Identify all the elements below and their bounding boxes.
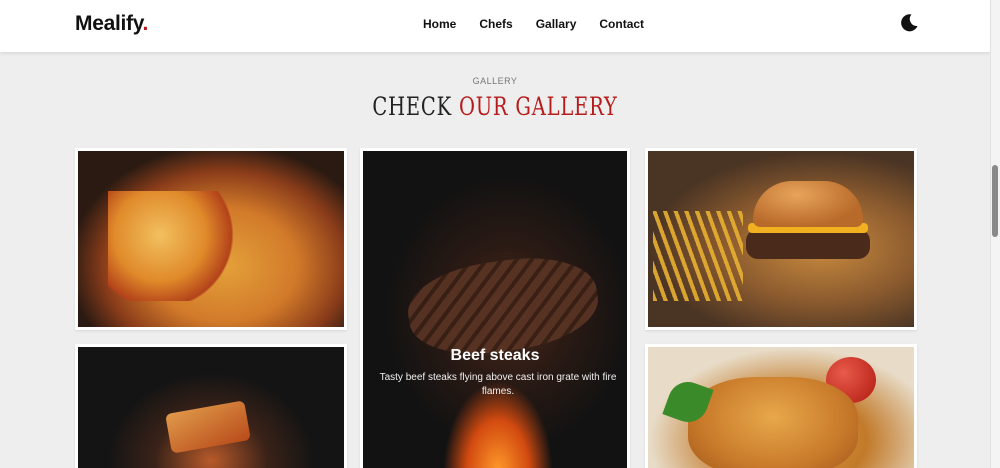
site-header: Mealify. Home Chefs Gallary Contact (0, 0, 990, 52)
gallery-item-description: Tasty beef steaks flying above cast iron… (379, 372, 617, 397)
gallery-item-pizza-slices[interactable] (75, 344, 347, 468)
scrollbar-thumb[interactable] (992, 165, 998, 237)
nav-chefs[interactable]: Chefs (479, 17, 512, 31)
moon-icon[interactable] (899, 13, 919, 33)
section-label: GALLERY (472, 76, 518, 86)
gallery-item-fried-chicken[interactable] (645, 344, 917, 468)
steak-image: Beef steaks Tasty beef steaks flying abo… (363, 151, 627, 468)
burger-image (648, 151, 914, 327)
gallery-item-beef-steaks[interactable]: Beef steaks Tasty beef steaks flying abo… (360, 148, 630, 468)
pizza-image (78, 151, 344, 327)
pizza-slices-image (78, 347, 344, 468)
gallery-item-burger[interactable] (645, 148, 917, 330)
nav-home[interactable]: Home (423, 17, 456, 31)
gallery-item-title: Beef steaks (450, 347, 540, 364)
section-title: CHECK OUR GALLERY (372, 92, 618, 121)
fried-chicken-image (648, 347, 914, 468)
nav-gallery[interactable]: Gallary (536, 17, 577, 31)
main-nav: Home Chefs Gallary Contact (423, 17, 667, 31)
logo[interactable]: Mealify. (75, 12, 148, 36)
gallery-item-pizza[interactable] (75, 148, 347, 330)
nav-contact[interactable]: Contact (599, 17, 644, 31)
